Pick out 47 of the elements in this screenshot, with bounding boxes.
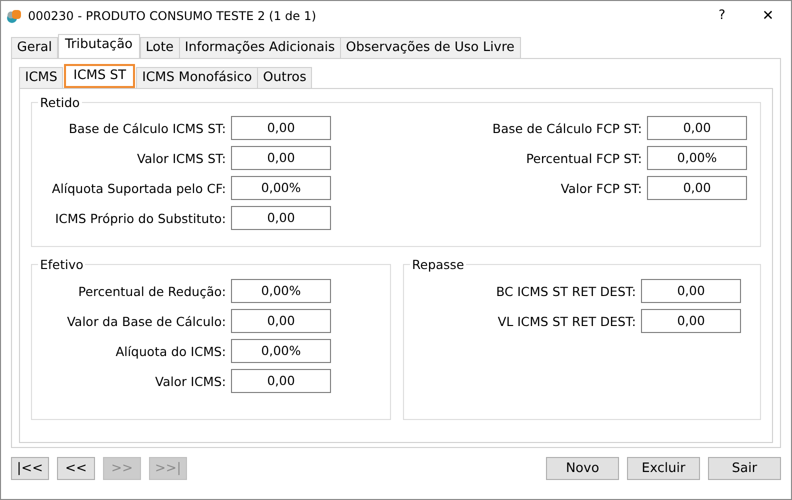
input-field[interactable]: 0,00: [231, 206, 331, 230]
tab[interactable]: Geral: [11, 37, 58, 58]
action-button[interactable]: Excluir: [627, 457, 700, 480]
tab[interactable]: Lote: [140, 37, 180, 58]
tab[interactable]: Informações Adicionais: [178, 37, 341, 58]
field-label: Percentual FCP ST:: [525, 150, 642, 166]
field-label: Percentual de Redução:: [77, 284, 226, 298]
input-field[interactable]: 0,00: [647, 116, 747, 140]
window-title: 000230 - PRODUTO CONSUMO TESTE 2 (1 de 1): [28, 8, 318, 22]
tab[interactable]: ICMS ST: [64, 64, 136, 88]
tab[interactable]: ICMS Monofásico: [136, 67, 258, 88]
input-field[interactable]: 0,00%: [231, 339, 331, 363]
field-label: Valor da Base de Cálculo:: [66, 314, 226, 328]
field-label: BC ICMS ST RET DEST:: [495, 284, 636, 298]
tab[interactable]: Observações de Uso Livre: [340, 37, 521, 58]
nav-button[interactable]: |<<: [11, 457, 49, 480]
input-field[interactable]: 0,00: [231, 146, 331, 170]
field-label: Base de Cálculo FCP ST:: [491, 120, 642, 136]
action-button[interactable]: Sair: [708, 457, 781, 480]
field-label: ICMS Próprio do Substituto:: [54, 210, 226, 226]
field-label: Alíquota Suportada pelo CF:: [50, 180, 226, 196]
group-title: Repasse: [410, 257, 466, 272]
field-label: Valor ICMS ST:: [136, 150, 226, 166]
input-field[interactable]: 0,00%: [231, 279, 331, 303]
input-field[interactable]: 0,00: [231, 369, 331, 393]
input-field[interactable]: 0,00: [231, 309, 331, 333]
group-title: Retido: [38, 95, 82, 110]
action-button[interactable]: Novo: [546, 457, 619, 480]
field-label: Valor ICMS:: [154, 374, 226, 388]
field-label: VL ICMS ST RET DEST:: [496, 314, 636, 328]
tab[interactable]: Tributação: [58, 34, 140, 58]
tab[interactable]: ICMS: [19, 67, 64, 88]
help-button[interactable]: ?: [699, 1, 745, 30]
input-field[interactable]: 0,00: [647, 176, 747, 200]
group-title: Efetivo: [38, 257, 86, 272]
input-field[interactable]: 0,00: [641, 279, 741, 303]
input-field[interactable]: 0,00: [231, 116, 331, 140]
input-field[interactable]: 0,00%: [231, 176, 331, 200]
tab[interactable]: Outros: [257, 67, 312, 88]
nav-button[interactable]: <<: [57, 457, 95, 480]
field-label: Valor FCP ST:: [560, 180, 642, 196]
input-field[interactable]: 0,00: [641, 309, 741, 333]
app-icon: [6, 8, 22, 24]
close-button[interactable]: ✕: [745, 1, 791, 30]
input-field[interactable]: 0,00%: [647, 146, 747, 170]
field-label: Base de Cálculo ICMS ST:: [68, 120, 226, 136]
field-label: Alíquota do ICMS:: [114, 344, 226, 358]
